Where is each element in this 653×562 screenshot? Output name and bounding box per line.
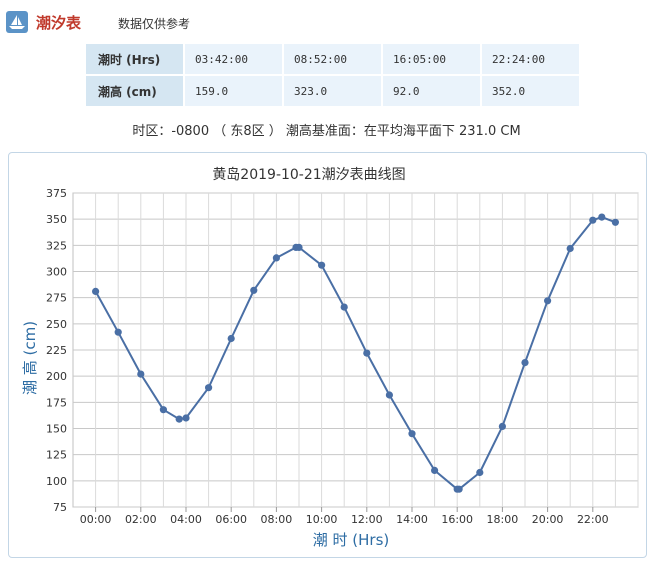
- x-tick-label: 14:00: [396, 513, 428, 526]
- table-cell: 323.0: [284, 76, 381, 106]
- data-point: [385, 391, 393, 399]
- row-label: 潮高 (cm): [86, 76, 183, 106]
- disclaimer-note: 数据仅供参考: [118, 17, 191, 31]
- table-cell: 92.0: [383, 76, 480, 106]
- y-tick-label: 375: [46, 187, 67, 200]
- y-tick-label: 275: [46, 292, 67, 305]
- chart-panel: 黄岛2019-10-21潮汐表曲线图 75 100 125 150 175 200 225 2…: [8, 152, 647, 558]
- row-label: 潮时 (Hrs): [86, 44, 183, 74]
- data-point: [205, 384, 213, 392]
- y-tick-label: 225: [46, 344, 67, 357]
- y-tick-label: 150: [46, 423, 67, 436]
- data-point: [250, 286, 258, 294]
- tide-chart: 黄岛2019-10-21潮汐表曲线图 75 100 125 150 175 200 225 2…: [21, 166, 639, 549]
- chart-title: 黄岛2019-10-21潮汐表曲线图: [212, 166, 405, 183]
- y-tick-label: 175: [46, 396, 67, 409]
- data-point: [611, 218, 620, 226]
- data-point: [114, 328, 122, 336]
- y-tick-label: 300: [46, 266, 67, 279]
- x-tick-label: 12:00: [351, 513, 383, 526]
- table-cell: 16:05:00: [383, 44, 480, 74]
- table-cell: 352.0: [482, 76, 579, 106]
- y-tick-label: 350: [46, 213, 67, 226]
- y-tick-label: 100: [46, 475, 67, 488]
- boat-icon: [6, 11, 28, 33]
- data-point: [227, 334, 235, 343]
- x-tick-label: 18:00: [487, 513, 519, 526]
- table-cell: 159.0: [185, 76, 282, 106]
- table-cell: 22:24:00: [482, 44, 579, 74]
- data-point: [137, 370, 145, 378]
- table-row: 潮时 (Hrs) 03:42:00 08:52:00 16:05:00 22:2…: [86, 44, 579, 74]
- data-point: [455, 485, 463, 493]
- y-tick-label: 200: [46, 370, 67, 383]
- page-title: 潮汐表: [36, 13, 82, 32]
- table-cell: 08:52:00: [284, 44, 381, 74]
- data-point: [498, 422, 506, 430]
- y-tick-label: 75: [53, 501, 67, 514]
- y-tick-label: 250: [46, 318, 67, 331]
- x-tick-label: 06:00: [215, 513, 247, 526]
- data-point: [589, 216, 597, 224]
- data-point: [295, 243, 303, 251]
- y-axis-label: 潮 高 (cm): [21, 321, 39, 395]
- x-tick-label: 00:00: [80, 513, 112, 526]
- y-tick-label: 325: [46, 239, 67, 252]
- x-tick-label: 16:00: [441, 513, 473, 526]
- data-point: [340, 303, 348, 311]
- data-point: [544, 297, 552, 305]
- table-cell: 03:42:00: [185, 44, 282, 74]
- series-line: [94, 216, 616, 491]
- x-tick-label: 10:00: [306, 513, 338, 526]
- data-point: [363, 349, 371, 357]
- x-tick-label: 02:00: [125, 513, 157, 526]
- data-point: [408, 430, 416, 438]
- timezone-info: 时区：-0800 （ 东8区 ） 潮高基准面：在平均海平面下 231.0 CM: [132, 124, 521, 139]
- x-axis-label: 潮 时 (Hrs): [313, 531, 390, 549]
- x-tick-label: 08:00: [261, 513, 293, 526]
- data-point: [159, 406, 167, 414]
- x-tick-label: 22:00: [577, 513, 609, 526]
- data-point: [182, 414, 190, 422]
- header: 潮汐表: [6, 10, 81, 34]
- x-tick-label: 04:00: [170, 513, 202, 526]
- data-point: [598, 213, 606, 221]
- data-point: [92, 287, 100, 295]
- data-point: [476, 468, 484, 477]
- data-point: [431, 466, 439, 474]
- y-tick-label: 125: [46, 449, 67, 462]
- data-point: [272, 254, 280, 262]
- data-point: [566, 244, 574, 253]
- tide-table: 潮时 (Hrs) 03:42:00 08:52:00 16:05:00 22:2…: [84, 42, 581, 108]
- data-point: [318, 261, 326, 269]
- x-tick-label: 20:00: [532, 513, 564, 526]
- table-row: 潮高 (cm) 159.0 323.0 92.0 352.0: [86, 76, 579, 106]
- data-point: [175, 415, 183, 423]
- data-point: [521, 359, 529, 367]
